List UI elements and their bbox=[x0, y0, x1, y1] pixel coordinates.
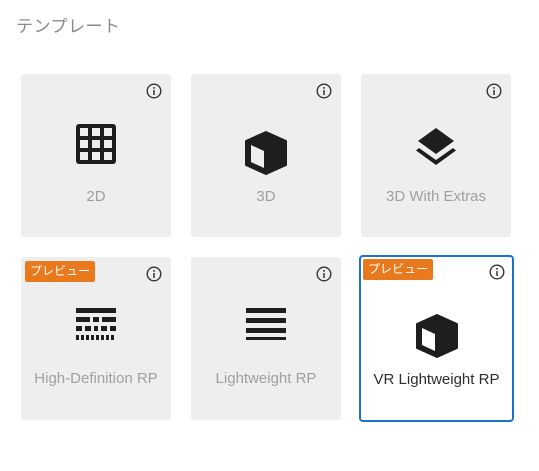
template-card-vr-lightweight-rp[interactable]: プレビュー VR Lightweight RP bbox=[359, 255, 514, 422]
preview-badge: プレビュー bbox=[363, 259, 434, 280]
template-card-lightweight-rp[interactable]: Lightweight RP bbox=[191, 257, 341, 420]
template-card-3d[interactable]: 3D bbox=[191, 74, 341, 237]
hd-rp-icon bbox=[76, 308, 116, 340]
template-label: 2D bbox=[86, 188, 106, 205]
lines-icon bbox=[246, 308, 286, 340]
template-picker: テンプレート 2D 3D 3D With Extras プレビュー High-D… bbox=[0, 0, 539, 471]
template-label: High-Definition RP bbox=[34, 370, 158, 387]
cube-icon bbox=[245, 131, 287, 175]
template-label: Lightweight RP bbox=[215, 370, 317, 387]
info-icon[interactable] bbox=[146, 83, 162, 99]
info-icon[interactable] bbox=[316, 266, 332, 282]
template-card-2d[interactable]: 2D bbox=[21, 74, 171, 237]
info-icon[interactable] bbox=[316, 83, 332, 99]
preview-badge: プレビュー bbox=[25, 261, 96, 282]
grid-icon bbox=[76, 124, 116, 164]
template-label: 3D With Extras bbox=[385, 188, 487, 205]
section-title: テンプレート bbox=[16, 17, 121, 37]
info-icon[interactable] bbox=[489, 264, 505, 280]
info-icon[interactable] bbox=[486, 83, 502, 99]
template-card-high-definition-rp[interactable]: プレビュー High-Definition RP bbox=[21, 257, 171, 420]
template-card-3d-with-extras[interactable]: 3D With Extras bbox=[361, 74, 511, 237]
layers-icon bbox=[416, 128, 456, 165]
info-icon[interactable] bbox=[146, 266, 162, 282]
template-label: VR Lightweight RP bbox=[373, 371, 500, 388]
cube-icon bbox=[415, 314, 458, 358]
template-label: 3D bbox=[256, 188, 276, 205]
